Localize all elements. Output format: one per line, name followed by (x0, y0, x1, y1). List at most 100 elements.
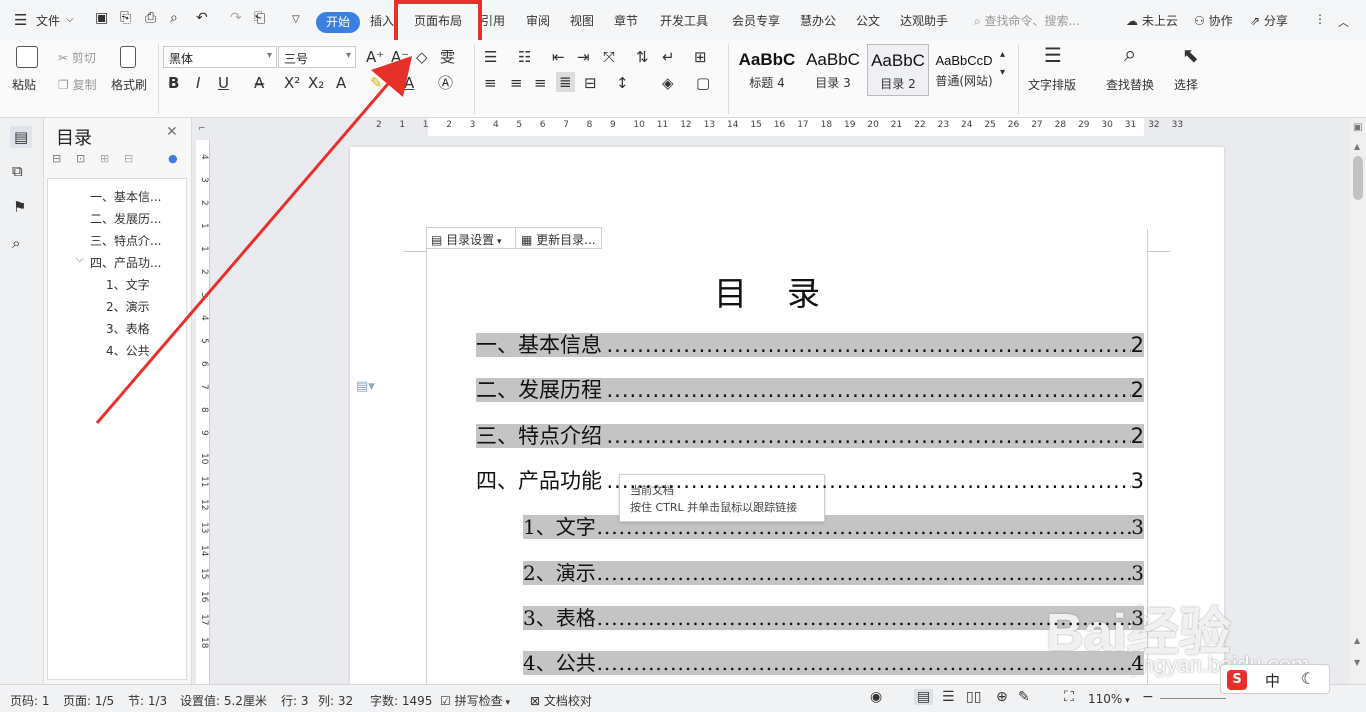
toc-entry[interactable]: 三、特点介绍..................................… (476, 424, 1144, 448)
collapse-all-icon[interactable]: ⊡ (76, 152, 85, 165)
customize-icon[interactable]: ▽ (292, 14, 300, 25)
style-toc3[interactable]: AaBbC 目录 3 (802, 44, 864, 96)
file-menu[interactable]: 文件 (36, 12, 60, 29)
bold-icon[interactable]: B (168, 74, 179, 92)
increase-indent-icon[interactable]: ⇥ (577, 48, 590, 66)
superscript-icon[interactable]: X² (284, 74, 300, 92)
toc-entry[interactable]: 四、产品功能..................................… (476, 469, 1144, 493)
print-preview-icon[interactable]: ⌕ (170, 10, 178, 26)
toc-node[interactable]: 3、表格 (106, 320, 150, 337)
tab-daguan[interactable]: 达观助手 (900, 12, 948, 29)
chevron-down-icon[interactable]: ⌵ (76, 254, 84, 265)
toc-node[interactable]: 2、演示 (106, 298, 150, 315)
find-replace-icon[interactable]: ⌕ (1124, 44, 1136, 66)
setting-value[interactable]: 设置值: 5.2厘米 (180, 692, 267, 709)
clear-format-icon[interactable]: ◇ (416, 48, 428, 66)
paste-icon[interactable] (16, 46, 38, 68)
strikethrough-icon[interactable]: A̶ (254, 74, 264, 92)
toc-entry[interactable]: 一、基本信息..................................… (476, 333, 1144, 357)
chevron-down-icon[interactable]: ⌵ (66, 14, 74, 25)
subscript-icon[interactable]: X₂ (308, 74, 324, 92)
toc-node[interactable]: 1、文字 (106, 276, 150, 293)
text-layout-button[interactable]: 文字排版 (1028, 76, 1076, 93)
toc-node[interactable]: 二、发展历... (90, 210, 161, 227)
scroll-up-icon[interactable]: ▲ (1354, 142, 1360, 151)
phonetic-icon[interactable]: 雯 (440, 48, 455, 66)
format-icon[interactable]: ⎗ (254, 10, 265, 26)
highlight-icon[interactable]: ✎ (370, 74, 383, 92)
page-count[interactable]: 页面: 1/5 (63, 692, 114, 709)
toc-entry[interactable]: 1、文字....................................… (523, 515, 1144, 539)
styles-scroll-icon[interactable]: ▴ ▾ (1000, 46, 1005, 82)
char-border-icon[interactable]: Ⓐ (438, 74, 453, 92)
toc-entry[interactable]: 4、公共....................................… (523, 651, 1144, 675)
tab-member[interactable]: 会员专享 (732, 12, 780, 29)
cloud-status[interactable]: ☁ 未上云 (1126, 12, 1178, 29)
font-name-select[interactable]: 黑体 (163, 46, 277, 68)
justify-icon[interactable]: ≣ (556, 72, 575, 92)
tab-chapter[interactable]: 章节 (614, 12, 638, 29)
print-icon[interactable]: ⎙ (145, 10, 156, 26)
font-size-select[interactable]: 三号 (278, 46, 356, 68)
toc-settings-icon[interactable]: ● (168, 152, 178, 165)
format-painter-button[interactable]: 格式刷 (111, 76, 147, 93)
doc-proof-button[interactable]: ⊠ 文档校对 (530, 692, 592, 709)
section-info[interactable]: 节: 1/3 (128, 692, 167, 709)
redo-icon[interactable]: ↷ (230, 10, 242, 26)
tab-stops-icon[interactable]: ⊞ (694, 48, 707, 66)
tab-smart-office[interactable]: 慧办公 (800, 12, 836, 29)
search-icon[interactable]: ⌕ (12, 234, 20, 252)
page-view-icon[interactable]: ▤ (914, 689, 934, 705)
tab-references[interactable]: 引用 (481, 12, 505, 29)
collaborate-button[interactable]: ⚇ 协作 (1194, 12, 1233, 29)
align-right-icon[interactable]: ≡ (534, 74, 547, 92)
vertical-ruler[interactable]: 4 3 2 1 1 2 3 4 5 6 7 8 9 10 11 12 13 14 15 16 17 18 (196, 140, 210, 684)
reading-view-icon[interactable]: ▯▯ (966, 689, 981, 705)
toc-nav-icon[interactable]: ▤ (10, 126, 33, 148)
style-normal-web[interactable]: AaBbCcD 普通(网站) (931, 44, 997, 96)
zoom-slider[interactable] (1160, 698, 1226, 699)
grow-font-icon[interactable]: A⁺ (366, 48, 384, 66)
cursor-icon[interactable]: ⬉ (1182, 45, 1199, 65)
write-view-icon[interactable]: ✎ (1018, 689, 1030, 705)
toc-entry[interactable]: 3、表格....................................… (523, 606, 1144, 630)
underline-icon[interactable]: U (218, 74, 229, 92)
tab-developer[interactable]: 开发工具 (660, 12, 708, 29)
next-page-icon[interactable]: ▼ (1354, 658, 1360, 667)
paragraph-mark-icon[interactable]: ↵ (662, 48, 675, 66)
paste-button[interactable]: 粘贴 (12, 76, 36, 93)
text-layout-icon[interactable]: ☰ (1044, 45, 1062, 65)
toc-entry[interactable]: 2、演示....................................… (523, 561, 1144, 585)
add-heading-icon[interactable]: ⊞ (100, 152, 109, 165)
more-icon[interactable]: ⋮ (1314, 12, 1326, 26)
export-pdf-icon[interactable]: ⎘ (120, 10, 131, 26)
format-painter-icon[interactable] (120, 46, 136, 68)
scroll-thumb[interactable] (1353, 156, 1363, 200)
toc-entry[interactable]: 二、发展历程..................................… (476, 378, 1144, 402)
sogou-logo-icon[interactable]: S (1227, 670, 1247, 690)
tab-review[interactable]: 审阅 (526, 12, 550, 29)
zoom-level[interactable]: 110% ▾ (1088, 692, 1130, 706)
page-number[interactable]: 页码: 1 (10, 692, 50, 709)
horizontal-ruler[interactable]: 2 1 1 2 3 4 5 6 7 8 9 10 11 12 13 14 15 16 17 18 19 20 21 22 23 2… (210, 118, 1366, 136)
outline-view-icon[interactable]: ☰ (942, 689, 955, 705)
collapse-ribbon-icon[interactable]: ︿ (1338, 14, 1349, 30)
fit-page-icon[interactable]: ⛶ (1064, 689, 1074, 705)
update-toc-button[interactable]: ▦ 更新目录... (521, 231, 596, 248)
distribute-icon[interactable]: ⊟ (584, 74, 597, 92)
text-effect-icon[interactable]: A (336, 74, 346, 92)
ime-mode[interactable]: 中 (1265, 670, 1280, 691)
align-left-icon[interactable]: ≡ (484, 74, 497, 92)
tab-insert[interactable]: 插入 (370, 12, 394, 29)
cut-button[interactable]: ✂ 剪切 (58, 49, 96, 66)
chinese-layout-icon[interactable]: ⤧ (603, 48, 615, 66)
remove-heading-icon[interactable]: ⊟ (124, 152, 133, 165)
toc-node[interactable]: 4、公共 (106, 342, 150, 359)
sort-icon[interactable]: ⇅ (636, 48, 649, 66)
word-count[interactable]: 字数: 1495 (370, 692, 432, 709)
moon-icon[interactable]: ☾ (1301, 669, 1315, 688)
font-color-icon[interactable]: A (404, 74, 414, 92)
tab-home[interactable]: 开始 (316, 12, 360, 33)
line-spacing-icon[interactable]: ↕ (616, 74, 629, 92)
search-command-input[interactable]: ⌕ 查找命令、搜索... (974, 12, 1080, 29)
